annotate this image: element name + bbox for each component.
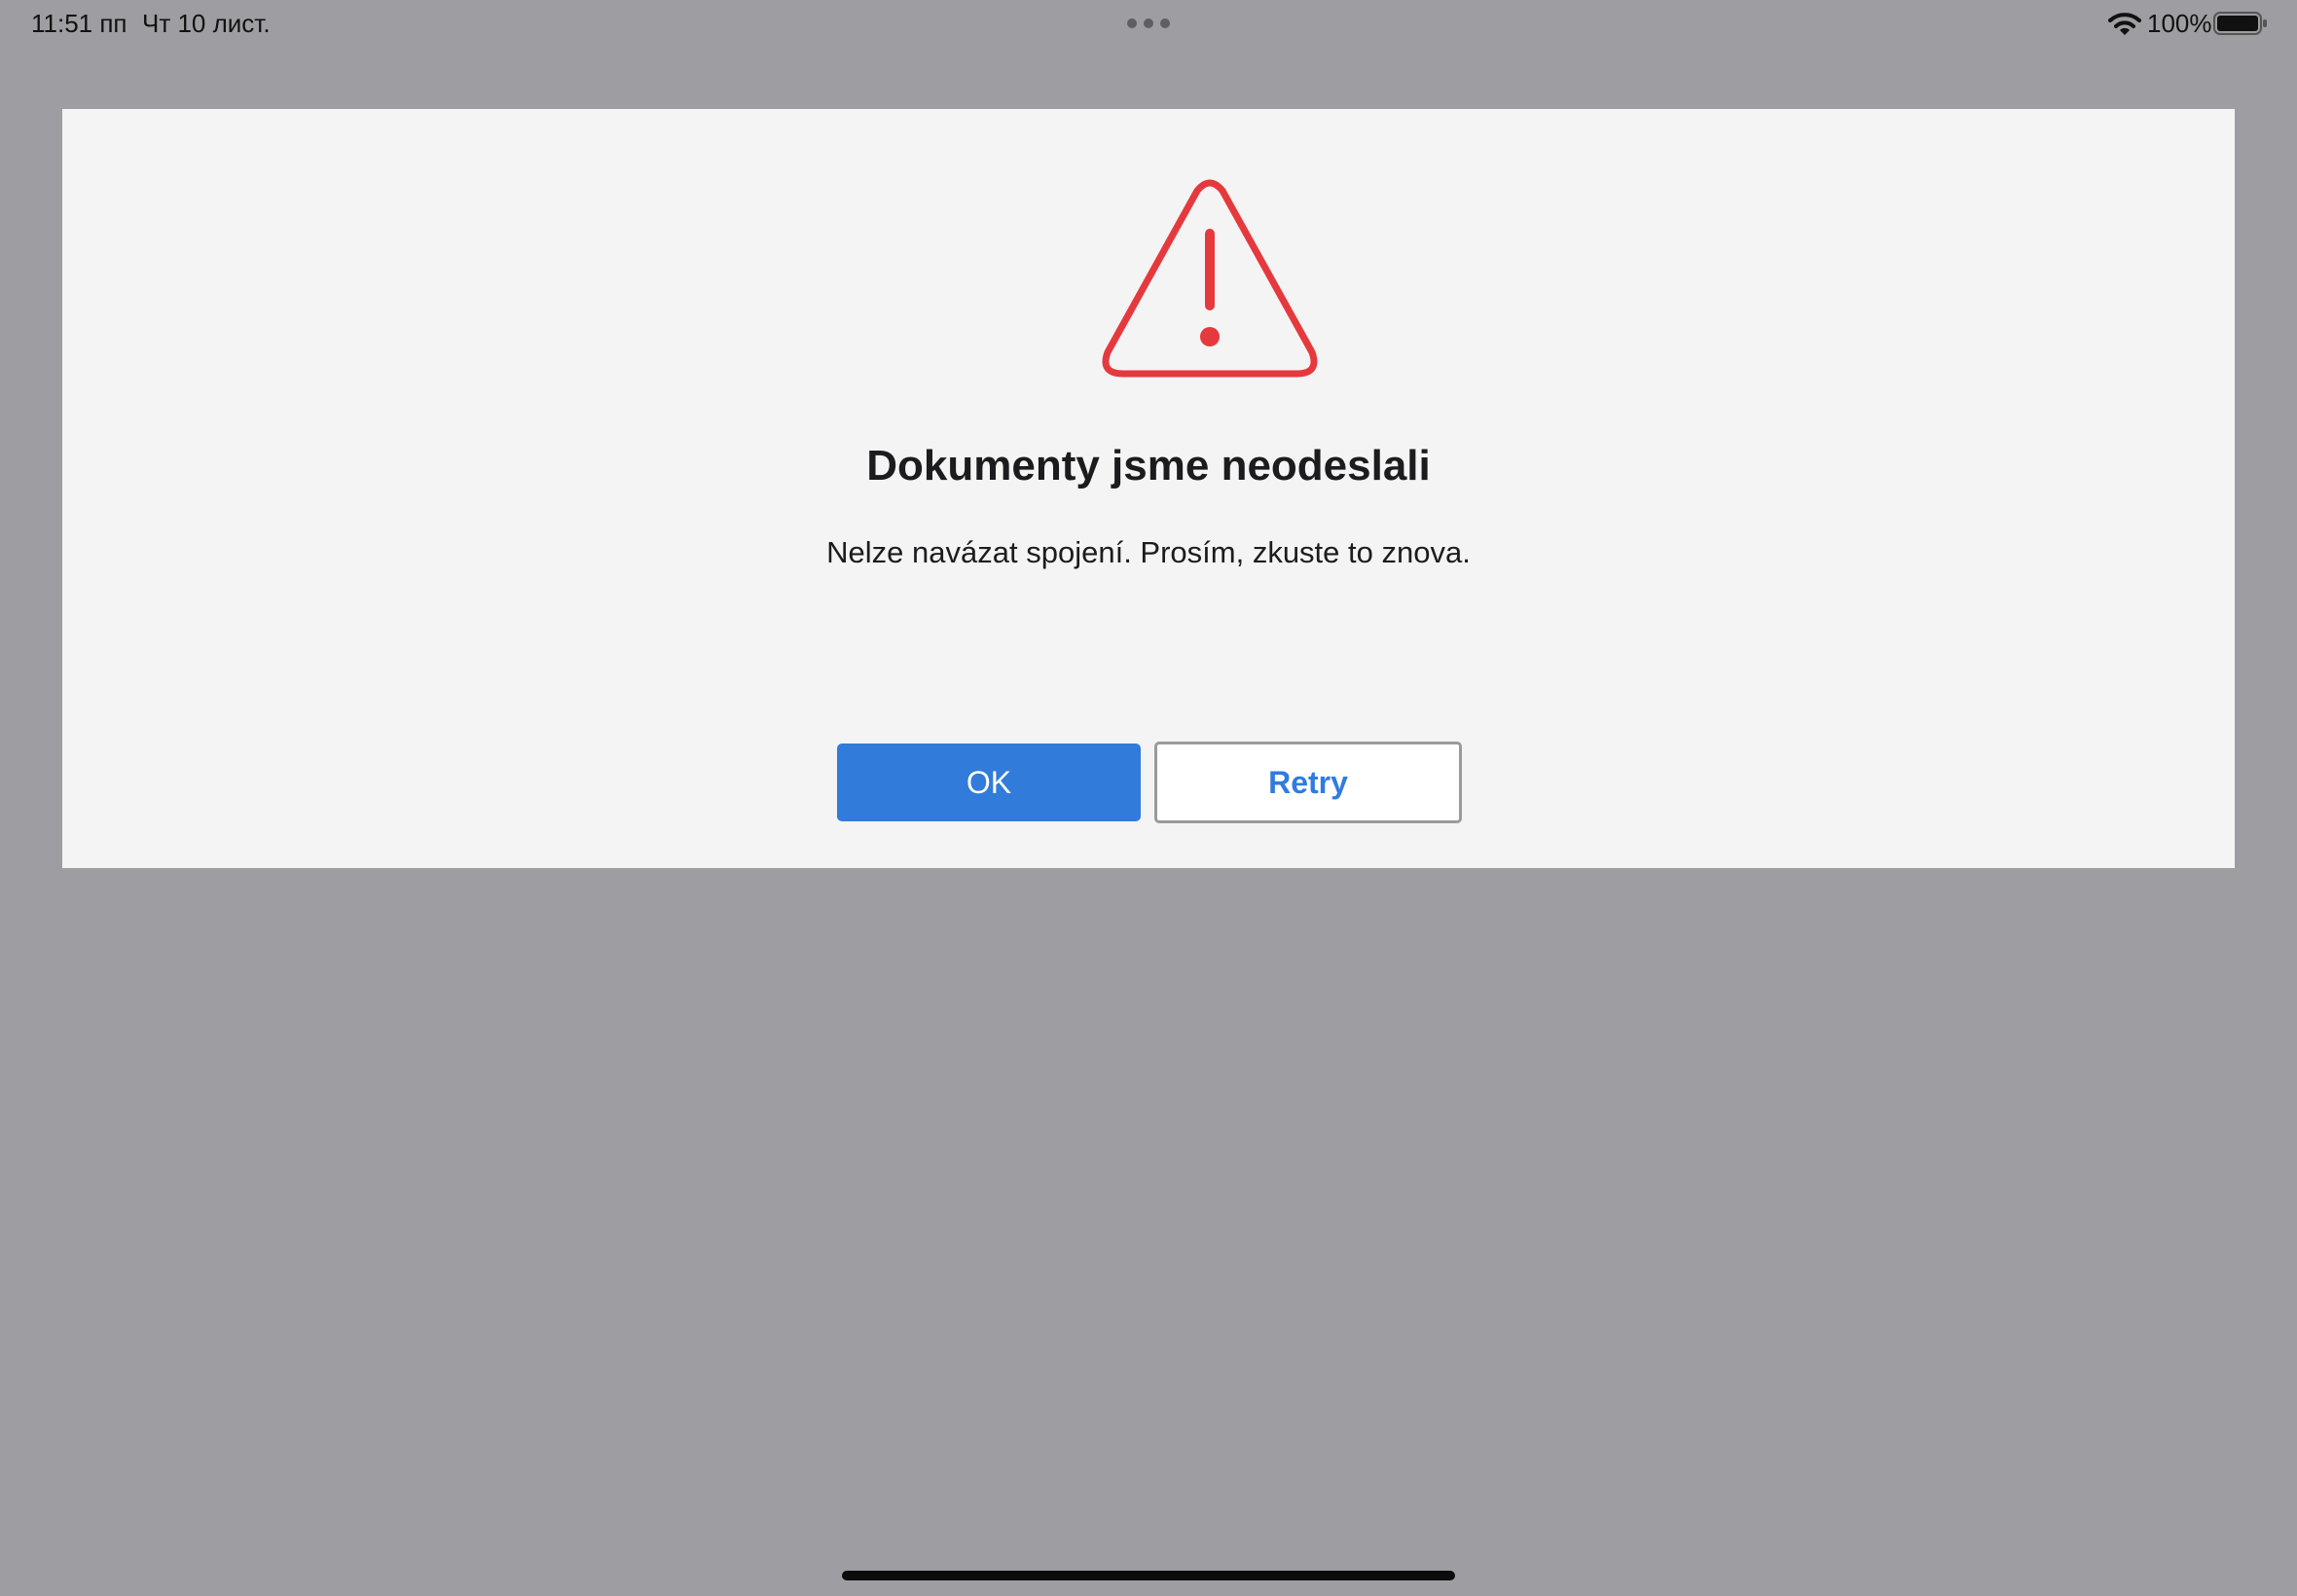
error-dialog: Dokumenty jsme neodeslali Nelze navázat … <box>62 109 2235 868</box>
status-bar: 11:51 пп Чт 10 лист. 100% <box>0 0 2297 47</box>
home-indicator[interactable] <box>842 1571 1455 1580</box>
ok-button[interactable]: OK <box>837 744 1141 821</box>
status-time: 11:51 пп <box>31 9 128 38</box>
dialog-title: Dokumenty jsme neodeslali <box>866 442 1431 490</box>
warning-triangle-icon <box>1102 179 1318 378</box>
battery-icon <box>2213 12 2267 35</box>
wifi-icon <box>2108 13 2141 35</box>
retry-button[interactable]: Retry <box>1154 742 1462 823</box>
battery-percentage: 100% <box>2147 9 2212 38</box>
dialog-message: Nelze navázat spojení. Prosím, zkuste to… <box>826 535 1471 569</box>
status-date: Чт 10 лист. <box>142 9 271 38</box>
screen: 11:51 пп Чт 10 лист. 100% Dokumenty jsme… <box>0 0 2297 1596</box>
multitask-dots-icon[interactable] <box>1127 18 1170 28</box>
